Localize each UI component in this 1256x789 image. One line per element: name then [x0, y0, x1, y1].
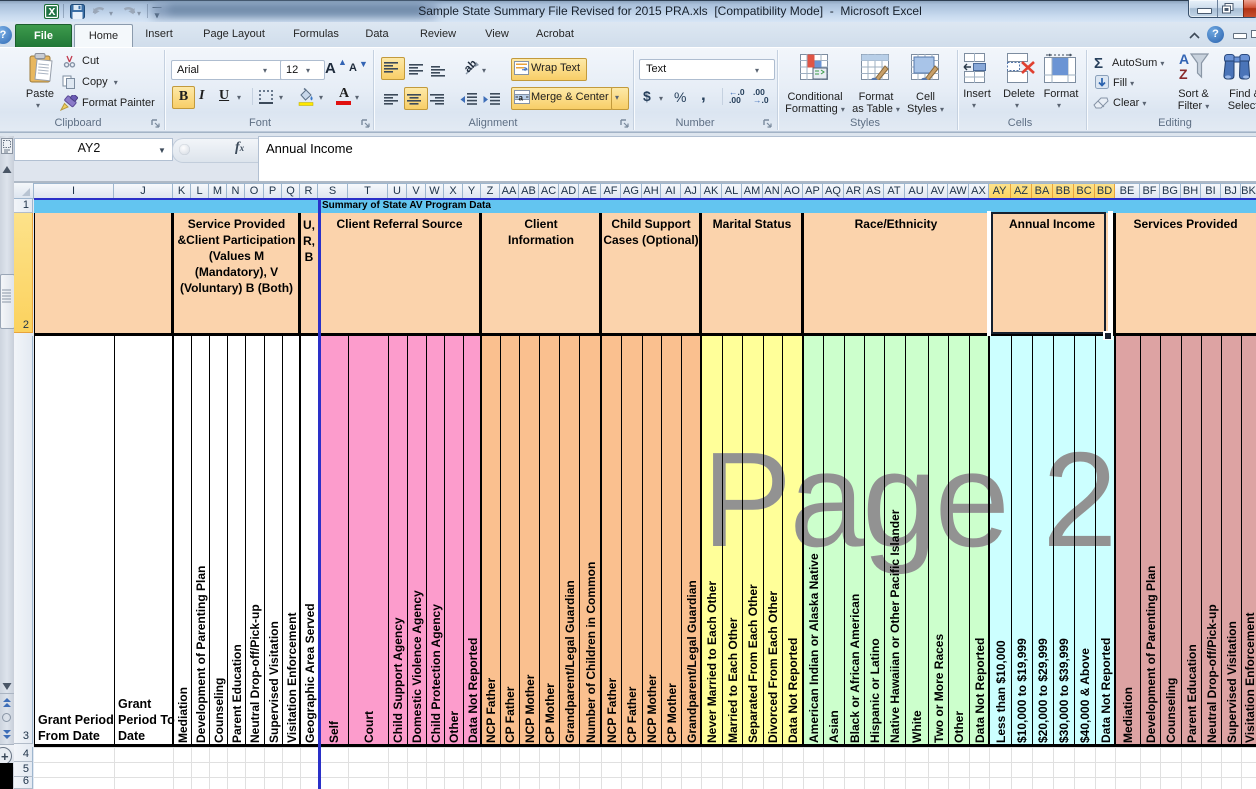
svg-text:ab: ab: [463, 59, 480, 75]
svg-text:a: a: [519, 94, 524, 103]
svg-text:Z: Z: [1179, 66, 1188, 82]
svg-text:A: A: [1179, 51, 1189, 67]
